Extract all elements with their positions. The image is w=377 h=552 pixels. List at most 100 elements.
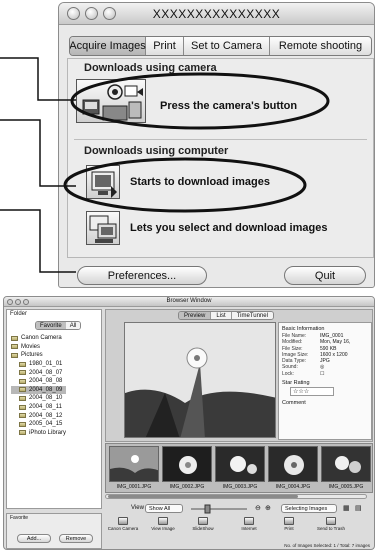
folder-pane: Folder Favorite All Canon Camera Movies …	[6, 309, 102, 509]
add-favorite-button[interactable]: Add...	[17, 534, 51, 543]
list-view-icon[interactable]: ▤	[355, 504, 362, 512]
camera-folder-icon	[11, 335, 18, 341]
comment-heading: Comment	[282, 400, 306, 407]
tree-item-iphoto-library[interactable]: iPhoto Library	[11, 429, 66, 438]
internet-icon	[244, 517, 254, 525]
info-key: Lock:	[282, 370, 294, 377]
basic-info-heading: Basic Information	[282, 326, 325, 332]
view-label: View	[131, 505, 144, 511]
section-heading-computer: Downloads using computer	[84, 145, 229, 157]
section-divider	[74, 139, 367, 140]
tree-item-2004-08-11[interactable]: 2004_08_11	[11, 403, 66, 412]
thumbnail-image[interactable]	[162, 446, 212, 482]
canon-camera-tool[interactable]: Canon Camera	[107, 516, 139, 531]
tool-label: Send to Trash	[316, 526, 346, 531]
tree-item-label: 2004_08_07	[29, 369, 63, 376]
tab-print[interactable]: Print	[146, 37, 184, 55]
selecting-images-select[interactable]: Selecting Images	[281, 504, 337, 513]
press-camera-button-label: Press the camera's button	[160, 100, 298, 112]
tree-item-2004-08-07[interactable]: 2004_08_07	[11, 368, 66, 377]
folder-icon	[19, 430, 26, 436]
internet-tool[interactable]: Internet	[233, 516, 265, 531]
view-image-icon	[158, 517, 168, 525]
tree-item-pictures[interactable]: Pictures	[11, 351, 66, 360]
trash-icon	[326, 517, 336, 525]
tree-item-2004-08-08[interactable]: 2004_08_08	[11, 377, 66, 386]
browser-title: Browser Window	[166, 298, 212, 304]
tree-item-label: Movies	[21, 343, 41, 350]
tool-label: View Image	[151, 526, 175, 531]
scrollbar-thumb[interactable]	[108, 495, 298, 498]
grid-view-icon[interactable]: ▦	[343, 504, 350, 512]
tab-list[interactable]: List	[211, 312, 232, 319]
select-download-label: Lets you select and download images	[130, 222, 328, 234]
send-to-trash-tool[interactable]: Send to Trash	[315, 516, 347, 531]
window-title: XXXXXXXXXXXXXXX	[152, 7, 281, 21]
tree-item-1980-01-01[interactable]: 1980_01_01	[11, 360, 66, 369]
start-download-label: Starts to download images	[130, 176, 270, 188]
tab-set-to-camera[interactable]: Set to Camera	[184, 37, 270, 55]
thumbnail-image[interactable]	[215, 446, 265, 482]
print-tool[interactable]: Print	[273, 516, 305, 531]
tree-item-2004-08-10[interactable]: 2004_08_10	[11, 394, 66, 403]
thumbnail-label: IMG_0003.JPG	[222, 484, 258, 490]
view-select[interactable]: Show All	[145, 504, 183, 513]
tab-acquire-images[interactable]: Acquire Images	[70, 37, 146, 55]
thumbnail-label: IMG_0002.JPG	[169, 484, 205, 490]
tab-timetunnel[interactable]: TimeTunnel	[231, 312, 273, 319]
start-download-option[interactable]: Starts to download images	[86, 165, 270, 199]
tab-all[interactable]: All	[65, 322, 81, 329]
tab-remote-shooting[interactable]: Remote shooting	[270, 37, 371, 55]
zoom-out-icon[interactable]: ⊖	[255, 504, 261, 512]
preferences-button[interactable]: Preferences...	[77, 266, 207, 285]
thumbnail-scrollbar[interactable]	[105, 494, 367, 499]
camera-download-option[interactable]: Press the camera's button	[76, 79, 297, 123]
slideshow-icon	[198, 517, 208, 525]
tree-item-label: 2004_08_11	[29, 404, 62, 411]
zoom-in-icon[interactable]: ⊕	[265, 504, 271, 512]
tree-item-canon-camera[interactable]: Canon Camera	[11, 334, 66, 343]
select-download-option[interactable]: Lets you select and download images	[86, 211, 327, 245]
camera-download-icon	[76, 79, 146, 123]
status-text: No. of Images Selected: 1 / Total: 7 ima…	[284, 543, 370, 548]
thumbnail-strip: IMG_0001.JPG IMG_0002.JPG IMG_0003.JPG I…	[105, 443, 373, 493]
zoom-slider[interactable]	[189, 504, 249, 514]
folder-icon	[19, 404, 26, 410]
thumbnail-image[interactable]	[109, 446, 159, 482]
thumbnail-label: IMG_0005.JPG	[328, 484, 364, 490]
tab-bar: Acquire Images Print Set to Camera Remot…	[69, 36, 372, 56]
view-image-tool[interactable]: View Image	[147, 516, 179, 531]
tree-item-label: Canon Camera	[21, 335, 62, 342]
thumbnail-image[interactable]	[321, 446, 371, 482]
tool-label: SlideShow	[192, 526, 214, 531]
star-rating-select[interactable]: ☆☆☆	[290, 387, 334, 397]
section-heading-camera: Downloads using camera	[84, 62, 217, 74]
tree-item-2005-04-15[interactable]: 2005_04_15	[11, 420, 66, 429]
acquire-panel: Downloads using camera Press the camera'…	[67, 58, 374, 258]
tree-item-movies[interactable]: Movies	[11, 343, 66, 352]
thumbnail-image[interactable]	[268, 446, 318, 482]
preview-area: Preview List TimeTunnel Basic Informatio…	[105, 309, 373, 442]
tab-favorite[interactable]: Favorite	[36, 322, 66, 329]
tree-item-label: Pictures	[21, 352, 43, 359]
slideshow-tool[interactable]: SlideShow	[187, 516, 219, 531]
folder-icon	[19, 421, 26, 427]
tree-item-label: 2004_08_09	[29, 386, 63, 393]
tool-label: Internet	[241, 526, 257, 531]
view-mode-tabs: Preview List TimeTunnel	[178, 311, 274, 320]
browser-title-bar: Browser Window	[4, 297, 374, 307]
tree-item-label: 2004_08_08	[29, 378, 63, 385]
folder-icon	[19, 387, 26, 393]
favorite-header: Favorite	[10, 515, 29, 521]
tree-item-2004-08-12[interactable]: 2004_08_12	[11, 411, 66, 420]
tree-item-label: iPhoto Library	[29, 429, 67, 436]
quit-button[interactable]: Quit	[284, 266, 366, 285]
tab-preview[interactable]: Preview	[179, 312, 212, 319]
view-bar: View Show All ⊖ ⊕ Selecting Images ▦ ▤	[105, 502, 373, 515]
tree-item-label: 2004_08_10	[29, 395, 63, 402]
folder-icon	[11, 344, 18, 350]
lock-checkbox[interactable]: ☐	[320, 371, 324, 377]
remove-favorite-button[interactable]: Remove	[59, 534, 93, 543]
tree-item-2004-08-09[interactable]: 2004_08_09	[11, 385, 67, 395]
camera-icon	[118, 517, 128, 525]
